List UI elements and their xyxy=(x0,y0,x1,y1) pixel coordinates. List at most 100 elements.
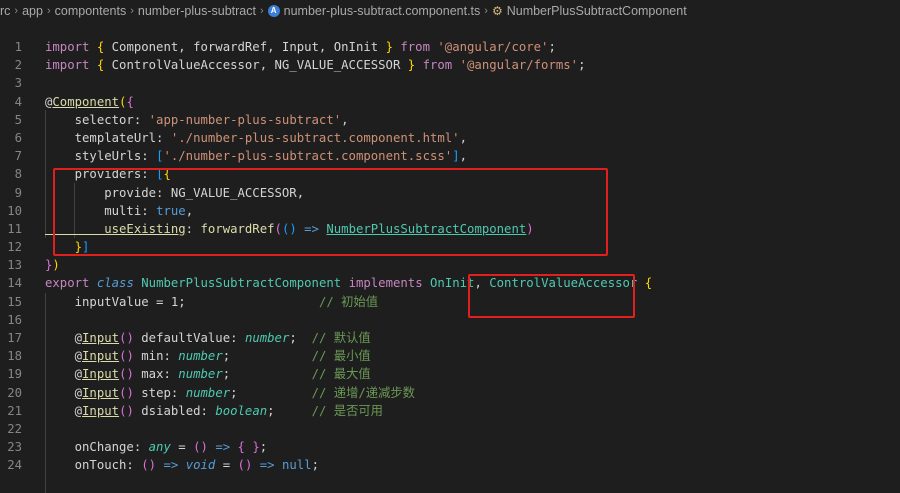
line-number: 7 xyxy=(14,149,22,164)
code-token: @ xyxy=(45,367,83,382)
line-number: 17 xyxy=(7,331,22,345)
code-token: @ xyxy=(45,385,83,400)
breadcrumb-file[interactable]: number-plus-subtract.component.ts xyxy=(284,4,481,18)
code-token: @ xyxy=(45,403,83,418)
code-token: // 最小值 xyxy=(311,349,371,364)
code-token: onTouch: xyxy=(45,458,142,473)
code-token: => xyxy=(215,440,231,455)
code-token: ) xyxy=(148,458,157,473)
code-token: null xyxy=(281,458,312,473)
code-token: NumberPlusSubtractComponent xyxy=(141,276,342,291)
line-number: 19 xyxy=(7,367,22,382)
code-token: number xyxy=(178,349,223,364)
code-token: any xyxy=(148,440,171,455)
angular-ts-file-icon: A xyxy=(267,5,280,17)
code-token: , xyxy=(459,149,468,164)
line-number: 8 xyxy=(14,167,22,182)
breadcrumb-item-folder[interactable]: number-plus-subtract xyxy=(138,4,256,18)
code-token: Input xyxy=(82,403,120,418)
code-token: { xyxy=(237,440,245,455)
code-token: templateUrl: xyxy=(45,130,171,145)
code-line[interactable]: selector: 'app-number-plus-subtract', xyxy=(45,111,652,129)
code-line[interactable]: import { Component, forwardRef, Input, O… xyxy=(45,38,652,56)
code-token: , xyxy=(341,112,349,127)
code-line[interactable]: @Input() step: number; // 递增/递减步数 xyxy=(45,384,652,402)
code-token: Input xyxy=(82,385,120,400)
code-token: import xyxy=(45,40,90,54)
code-token: from xyxy=(400,40,430,54)
code-token: export xyxy=(45,276,90,291)
line-number: 2 xyxy=(14,58,22,73)
code-token: { xyxy=(126,94,134,109)
code-line[interactable]: @Input() dsiabled: boolean; // 是否可用 xyxy=(45,402,652,420)
code-lines[interactable]: import { Component, forwardRef, Input, O… xyxy=(45,38,652,475)
code-line[interactable]: onChange: any = () => { }; xyxy=(45,438,652,456)
code-token: // 最大值 xyxy=(311,367,371,382)
code-token: Input xyxy=(82,331,120,345)
code-token: ( xyxy=(141,458,149,473)
line-number: 18 xyxy=(7,349,22,364)
line-number-gutter: 1 2 3 4 5 6 7 8 9 10 11 12 13 14 15 16 17 18 19 20 21 22 23 24 xyxy=(0,38,30,475)
code-line[interactable]: @Component({ xyxy=(45,93,652,111)
code-token: Component, forwardRef, Input, OnInit xyxy=(104,40,386,54)
chevron-right-icon: › xyxy=(259,5,264,17)
breadcrumb-item-compontents[interactable]: compontents xyxy=(55,4,127,18)
line-number: 9 xyxy=(14,185,22,200)
code-token: } xyxy=(385,40,393,54)
code-token: ] xyxy=(452,149,460,164)
code-token: onChange: xyxy=(45,440,149,455)
code-line[interactable] xyxy=(45,420,652,438)
chevron-right-icon: › xyxy=(46,5,51,17)
code-line[interactable] xyxy=(45,74,652,92)
code-token: max: xyxy=(133,367,179,382)
breadcrumb-symbol[interactable]: NumberPlusSubtractComponent xyxy=(507,4,687,18)
code-token: ) xyxy=(200,440,208,455)
chevron-right-icon: › xyxy=(130,5,134,17)
code-token: , xyxy=(459,130,467,145)
code-token: ; xyxy=(267,403,312,418)
line-number: 16 xyxy=(7,312,22,327)
code-token: ) xyxy=(126,331,134,345)
code-token: => xyxy=(259,458,275,473)
code-line[interactable]: @Input() defaultValue: number; // 默认值 xyxy=(45,329,652,347)
code-token: dsiabled: xyxy=(133,403,216,418)
code-token: // 初始值 xyxy=(318,294,379,309)
code-editor[interactable]: 1 2 3 4 5 6 7 8 9 10 11 12 13 14 15 16 17 18 19 20 21 22 23 24 … xyxy=(0,38,900,493)
code-token: // 递增/递减步数 xyxy=(311,385,415,400)
code-token: number xyxy=(178,367,223,382)
code-token: ) xyxy=(52,258,60,273)
line-number: 14 xyxy=(7,276,22,291)
breadcrumb-item-app[interactable]: app xyxy=(22,4,43,18)
breadcrumb-item-src[interactable]: rc xyxy=(0,4,10,18)
line-number: 15 xyxy=(7,294,22,309)
code-line[interactable]: templateUrl: './number-plus-subtract.com… xyxy=(45,129,652,147)
code-token: ; xyxy=(222,349,312,364)
highlight-box-providers xyxy=(53,168,608,256)
code-token: ; xyxy=(578,58,586,73)
code-line[interactable]: @Input() max: number; // 最大值 xyxy=(45,365,652,383)
code-line[interactable]: styleUrls: ['./number-plus-subtract.comp… xyxy=(45,147,652,165)
code-line[interactable]: }) xyxy=(45,256,652,274)
code-token: ) xyxy=(126,385,134,400)
chevron-right-icon: › xyxy=(14,5,19,17)
code-line[interactable]: onTouch: () => void = () => null; xyxy=(45,456,652,474)
code-token: class xyxy=(96,276,134,291)
code-token: void xyxy=(185,458,216,473)
code-token: ; xyxy=(548,40,556,54)
code-line[interactable]: @Input() min: number; // 最小值 xyxy=(45,347,652,365)
code-token: ; xyxy=(222,367,312,382)
code-token: './number-plus-subtract.component.html' xyxy=(170,130,460,145)
code-token: import xyxy=(45,58,90,73)
code-line[interactable]: import { ControlValueAccessor, NG_VALUE_… xyxy=(45,56,652,74)
code-token: Input xyxy=(82,349,120,364)
code-token: number xyxy=(185,385,231,400)
code-token: from xyxy=(422,58,453,73)
line-number: 3 xyxy=(14,76,22,91)
